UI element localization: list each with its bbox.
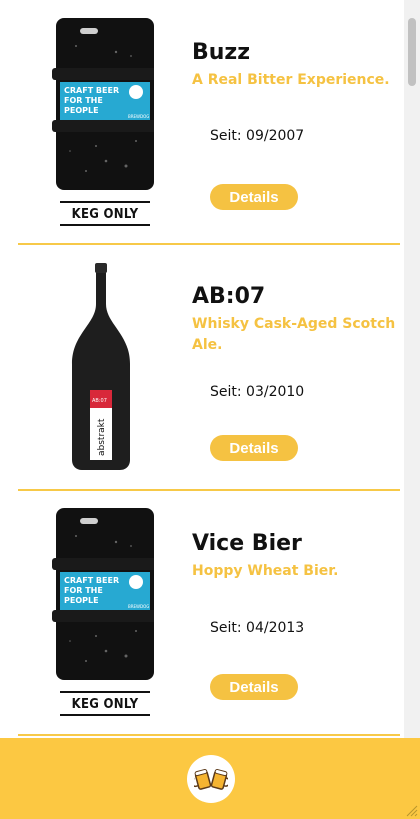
- resize-handle-icon[interactable]: [406, 805, 418, 817]
- beer-since: Seit: 04/2013: [210, 620, 305, 636]
- keg-text: CRAFT BEER: [64, 86, 119, 95]
- scrollbar[interactable]: [404, 0, 420, 738]
- beer-info: AB:07 Whisky Cask-Aged Scotch Ale.: [192, 284, 397, 356]
- details-button[interactable]: Details: [210, 674, 298, 700]
- details-button[interactable]: Details: [210, 435, 298, 461]
- scrollbar-thumb[interactable]: [408, 18, 416, 86]
- keg-text: CRAFT BEER: [64, 576, 119, 585]
- keg-text: FOR THE: [64, 96, 103, 105]
- keg-text: PEOPLE: [64, 106, 99, 115]
- keg-only-label: KEG ONLY: [60, 201, 150, 226]
- beer-list[interactable]: CRAFT BEER FOR THE PEOPLE BREWDOG KEG ON…: [0, 0, 404, 738]
- divider: [18, 243, 400, 245]
- beer-mugs-cheers-icon: [194, 768, 228, 790]
- beer-name: Buzz: [192, 40, 251, 65]
- bottle-icon: AB:07 abstrakt: [72, 263, 130, 470]
- beer-info: Vice Bier Hoppy Wheat Bier.: [192, 531, 397, 582]
- details-button[interactable]: Details: [210, 184, 298, 210]
- bottle-label: abstrakt: [97, 418, 107, 456]
- beer-tagline: Whisky Cask-Aged Scotch Ale.: [192, 316, 396, 353]
- footer-bar: [0, 738, 420, 819]
- beer-since: Seit: 03/2010: [210, 384, 305, 400]
- beer-image: AB:07 abstrakt: [36, 260, 154, 476]
- beer-image: CRAFT BEER FOR THE PEOPLE BREWDOG KEG ON…: [36, 506, 158, 722]
- keg-brand: BREWDOG: [128, 604, 149, 609]
- beer-info: Buzz A Real Bitter Experience.: [192, 40, 397, 91]
- bottle-code: AB:07: [92, 398, 107, 404]
- beer-tagline: A Real Bitter Experience.: [192, 72, 390, 88]
- keg-text: PEOPLE: [64, 596, 99, 605]
- divider: [18, 489, 400, 491]
- beer-tagline: Hoppy Wheat Bier.: [192, 563, 339, 579]
- cheers-button[interactable]: [187, 755, 235, 803]
- keg-text: FOR THE: [64, 586, 103, 595]
- keg-icon: CRAFT BEER FOR THE PEOPLE BREWDOG: [52, 508, 158, 680]
- keg-icon: CRAFT BEER FOR THE PEOPLE BREWDOG: [52, 18, 158, 190]
- beer-since: Seit: 09/2007: [210, 128, 305, 144]
- beer-name: AB:07: [192, 284, 266, 309]
- divider: [18, 734, 400, 736]
- beer-name: Vice Bier: [192, 531, 302, 556]
- keg-only-label: KEG ONLY: [60, 691, 150, 716]
- beer-image: CRAFT BEER FOR THE PEOPLE BREWDOG KEG ON…: [36, 16, 158, 232]
- keg-brand: BREWDOG: [128, 114, 149, 119]
